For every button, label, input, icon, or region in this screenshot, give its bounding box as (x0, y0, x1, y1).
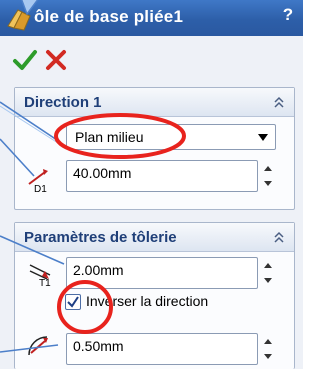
thickness-spinner[interactable] (259, 257, 277, 289)
thickness-value: 2.00mm (73, 262, 124, 278)
reverse-direction-label: Inverser la direction (86, 293, 209, 309)
sheet-metal-feature-icon (7, 9, 31, 31)
depth-input[interactable]: 40.00mm (66, 160, 258, 192)
direction-panel: Direction 1 Plan milieu D1 40.00mm (14, 87, 295, 210)
bend-radius-input[interactable]: 0.50mm (66, 333, 258, 365)
window-title: ôle de base pliée1 (34, 7, 184, 26)
depth-value: 40.00mm (73, 165, 132, 181)
help-button[interactable]: ? (279, 5, 297, 27)
double-chevron-up-icon[interactable] (272, 95, 286, 109)
sheet-metal-panel: Paramètres de tôlerie T1 2.00mm Inverser… (14, 222, 295, 369)
thickness-icon-label: T1 (39, 278, 51, 287)
thickness-icon: T1 (29, 264, 51, 287)
sheet-metal-panel-title: Paramètres de tôlerie (24, 229, 177, 246)
checkmark-icon (67, 296, 79, 308)
direction-panel-header[interactable]: Direction 1 (15, 88, 294, 117)
thickness-input[interactable]: 2.00mm (66, 257, 258, 289)
depth-icon-label: D1 (34, 184, 47, 194)
bend-radius-spinner[interactable] (259, 333, 277, 365)
end-condition-select[interactable]: Plan milieu (66, 124, 276, 150)
red-x-icon[interactable] (43, 47, 69, 73)
end-condition-value: Plan milieu (75, 129, 144, 145)
reverse-direction-checkbox[interactable] (65, 294, 81, 310)
bend-radius-value: 0.50mm (73, 338, 124, 354)
title-bar: ôle de base pliée1 ? (0, 0, 303, 37)
double-chevron-up-icon[interactable] (272, 230, 286, 244)
depth-spinner[interactable] (259, 160, 277, 192)
action-bar (0, 36, 303, 84)
chevron-down-icon (258, 134, 268, 141)
property-manager: ôle de base pliée1 ? Direction 1 Plan mi… (0, 0, 303, 369)
bend-radius-icon (28, 336, 48, 356)
green-check-icon[interactable] (12, 47, 38, 73)
depth-dimension-icon: D1 (28, 169, 48, 194)
sheet-metal-panel-header[interactable]: Paramètres de tôlerie (15, 223, 294, 252)
direction-panel-title: Direction 1 (24, 94, 102, 111)
